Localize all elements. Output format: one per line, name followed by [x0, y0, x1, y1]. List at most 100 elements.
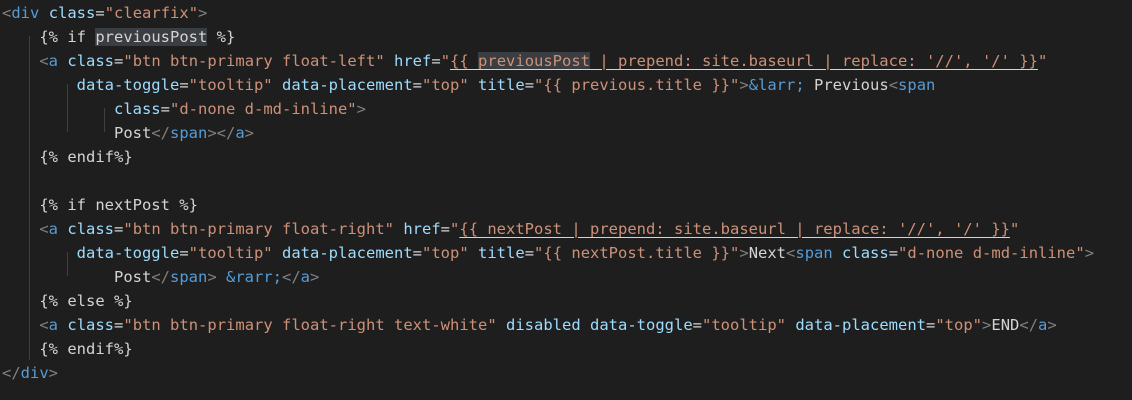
code-token: END [991, 316, 1020, 334]
code-token: a [235, 124, 245, 142]
code-token: previousPost [478, 52, 591, 70]
code-token: {% endif%} [2, 148, 133, 166]
code-token: </ [151, 124, 170, 142]
code-token: " [1037, 52, 1048, 70]
code-token: data-placement [282, 76, 413, 94]
code-editor[interactable]: <div class="clearfix"> {% if previousPos… [0, 0, 1132, 400]
code-line[interactable]: {% else %} [2, 289, 133, 313]
code-token: "tooltip" [188, 76, 273, 94]
code-token: data-placement [282, 244, 413, 262]
code-token: &larr; [748, 76, 805, 94]
code-token: </ [282, 268, 301, 286]
code-token: a [48, 316, 59, 334]
code-token: > [198, 4, 208, 22]
code-token: < [786, 244, 796, 262]
code-token: class [67, 316, 115, 334]
code-token: " [440, 52, 451, 70]
code-token: " [450, 220, 460, 238]
code-token: "d-none d-md-inline" [170, 100, 357, 118]
code-token: "{{ nextPost.title }}" [534, 244, 740, 262]
code-token: > [244, 124, 254, 142]
code-token: > [1084, 244, 1095, 262]
code-token: title [478, 76, 525, 94]
code-token: > [310, 268, 320, 286]
code-line[interactable]: <a class="btn btn-primary float-right" h… [2, 217, 1019, 241]
code-line[interactable]: {% if nextPost %} [2, 193, 198, 217]
code-line[interactable]: {% if previousPost %} [2, 25, 235, 49]
code-token: = [114, 220, 124, 238]
code-token: span [169, 124, 208, 142]
code-token: {% else %} [2, 292, 133, 310]
code-token: > [739, 244, 749, 262]
code-token: = [412, 76, 422, 94]
code-token: div [11, 4, 40, 22]
code-token: previousPost [95, 28, 208, 46]
code-token: class [113, 100, 161, 118]
code-line[interactable]: class="d-none d-md-inline"> [2, 97, 366, 121]
code-token: = [888, 244, 899, 262]
code-token: > [207, 268, 217, 286]
code-token: < [39, 316, 49, 334]
code-token: span [795, 244, 833, 262]
code-token: > [48, 364, 59, 382]
code-token: {{ [450, 52, 479, 70]
code-token: %} [207, 28, 236, 46]
code-token: {% endif%} [2, 340, 133, 358]
code-token: class [842, 244, 889, 262]
code-token: ></ [207, 124, 236, 142]
code-token: href [394, 52, 432, 70]
code-token: </ [2, 364, 21, 382]
code-line[interactable]: data-toggle="tooltip" data-placement="to… [2, 73, 936, 97]
code-line[interactable]: </div> [2, 361, 58, 385]
code-line[interactable]: Post</span> &rarr;</a> [2, 265, 319, 289]
code-token: {% if nextPost %} [2, 196, 198, 214]
code-token: data-toggle [590, 316, 693, 334]
code-line[interactable]: <a class="btn btn-primary float-right te… [2, 313, 1057, 337]
code-token: = [95, 4, 105, 22]
code-line[interactable]: data-toggle="tooltip" data-placement="to… [2, 241, 1094, 265]
code-token: </ [1019, 316, 1039, 334]
code-token: < [2, 4, 12, 22]
code-line[interactable]: <div class="clearfix"> [2, 1, 207, 25]
code-token: Next [748, 244, 787, 262]
code-token: = [179, 244, 189, 262]
code-token: a [300, 268, 311, 286]
code-token: class [48, 4, 96, 22]
code-line[interactable]: {% endif%} [2, 337, 133, 361]
code-token: > [1047, 316, 1057, 334]
code-token: {{ nextPost | prepend: site.baseurl | re… [459, 220, 1010, 238]
code-token: {% if [2, 28, 96, 46]
code-token: class [67, 52, 115, 70]
code-token: < [39, 220, 49, 238]
code-line[interactable]: {% endif%} [2, 145, 133, 169]
code-token: > [356, 100, 366, 118]
code-line[interactable]: <a class="btn btn-primary float-left" hr… [2, 49, 1047, 73]
code-token: = [412, 244, 422, 262]
code-token: Previous [804, 76, 889, 94]
code-token: | prepend: site.baseurl | replace: '//',… [590, 52, 1038, 70]
code-token: "btn btn-primary float-right text-white" [123, 316, 497, 334]
code-line[interactable]: Post</span></a> [2, 121, 254, 145]
code-token: = [179, 76, 189, 94]
code-token: = [440, 220, 451, 238]
code-token: "{{ previous.title }}" [534, 76, 740, 94]
code-token: "tooltip" [702, 316, 786, 334]
code-token: title [478, 244, 525, 262]
code-token: data-toggle [76, 244, 180, 262]
code-token: "clearfix" [104, 4, 199, 22]
code-token: &rarr; [226, 268, 282, 286]
code-token: < [39, 52, 49, 70]
code-token: </ [151, 268, 170, 286]
